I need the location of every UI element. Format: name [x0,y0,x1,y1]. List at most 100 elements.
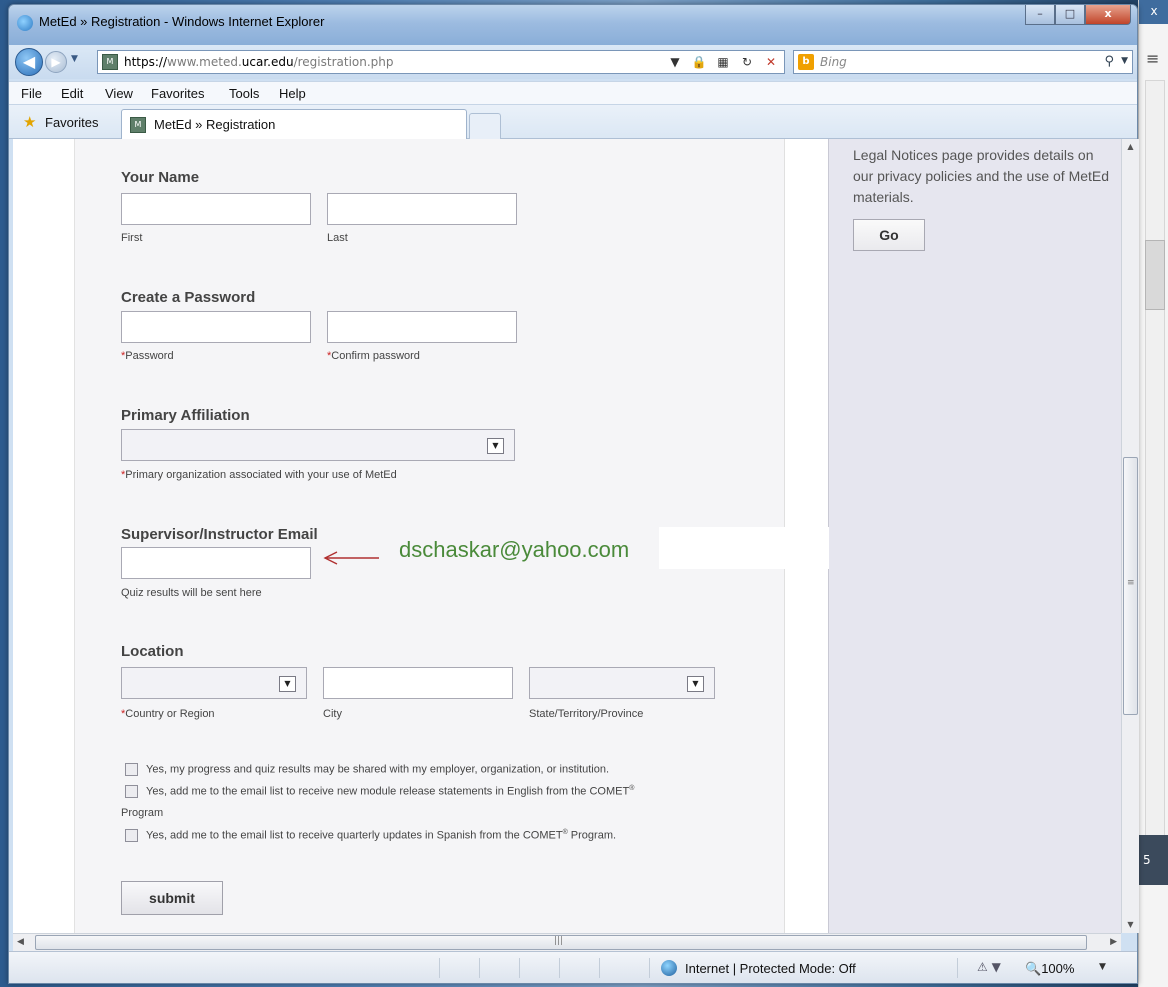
scroll-right-icon[interactable]: ▶ [1110,934,1117,951]
grip-icon: ≡ [1127,578,1135,588]
url-scheme: https:// [124,55,168,69]
menu-help[interactable]: Help [279,86,306,101]
english-list-option: Yes, add me to the email list to receive… [125,785,634,799]
new-tab-button[interactable] [469,113,501,139]
search-placeholder[interactable]: Bing [820,55,847,69]
affiliation-help-text: Primary organization associated with you… [125,469,397,481]
menu-favorites[interactable]: Favorites [151,86,204,101]
close-button[interactable]: x [1085,5,1131,25]
address-dropdown-icon[interactable]: ▼ [666,53,684,71]
chevron-down-icon[interactable]: ▼ [279,676,296,692]
address-url[interactable]: https://www.meted.ucar.edu/registration.… [124,55,394,69]
city-input[interactable] [323,667,513,699]
bing-logo-icon: b [798,54,814,70]
zoom-dropdown-icon[interactable]: ▼ [1099,962,1106,972]
english-list-checkbox[interactable] [125,785,138,799]
last-name-label: Last [327,232,348,244]
annotation-email-text: dschaskar@yahoo.com [399,537,630,562]
back-button[interactable]: ◀ [15,48,43,76]
tab-title: MetEd » Registration [154,117,276,132]
menu-icon[interactable]: ≡ [1146,49,1159,68]
menu-view[interactable]: View [105,86,133,101]
affiliation-section-title: Primary Affiliation [121,407,250,424]
refresh-icon[interactable]: ↻ [738,53,756,71]
forward-button[interactable]: ▶ [45,51,67,73]
window-controls: – □ x [1025,5,1131,27]
horizontal-scrollbar-thumb[interactable]: ||| [35,935,1087,950]
zoom-value: 100% [1041,961,1075,976]
stop-icon[interactable]: ✕ [762,53,780,71]
side-badge: 5 [1139,835,1168,885]
search-box[interactable]: b Bing ⚲ ▼ [793,50,1133,74]
supervisor-email-input[interactable] [121,547,311,579]
supervisor-help: Quiz results will be sent here [121,587,262,599]
tab-registration[interactable]: M MetEd » Registration [121,109,467,139]
share-progress-checkbox[interactable] [125,763,138,776]
annotation-arrow-icon [323,551,379,565]
favorites-bar: ★ Favorites M MetEd » Registration [9,105,1137,139]
country-label: *Country or Region [121,708,215,720]
state-label: State/Territory/Province [529,708,644,720]
status-divider [649,958,650,978]
supervisor-section-title: Supervisor/Instructor Email [121,526,318,543]
confirm-password-label-text: Confirm password [331,350,420,362]
lock-icon[interactable]: 🔒 [690,53,708,71]
legal-notice-text: Legal Notices page provides details on o… [853,147,1110,205]
state-select[interactable]: ▼ [529,667,715,699]
country-label-text: Country or Region [125,708,215,720]
address-tools: ▼ 🔒 ▦ ↻ ✕ [666,53,780,71]
location-section-title: Location [121,643,184,660]
chevron-down-icon[interactable]: ▼ [487,438,504,454]
last-name-input[interactable] [327,193,517,225]
menu-edit[interactable]: Edit [61,86,83,101]
password-label: *Password [121,350,174,362]
sidebar: Legal Notices page provides details on o… [829,139,1121,933]
chevron-down-icon[interactable]: ▼ [687,676,704,692]
zoom-level[interactable]: 🔍100% [1025,961,1074,977]
menu-tools[interactable]: Tools [229,86,259,101]
favorites-label[interactable]: Favorites [45,115,98,130]
tab-favicon-icon: M [130,117,146,133]
side-scrollbar[interactable] [1145,80,1165,840]
minimize-button[interactable]: – [1025,5,1055,25]
spanish-list-checkbox[interactable] [125,829,138,843]
security-zone-text[interactable]: Internet | Protected Mode: Off [685,961,856,976]
affiliation-select[interactable]: ▼ [121,429,515,461]
menu-bar: File Edit View Favorites Tools Help [9,81,1137,105]
vertical-scrollbar-thumb[interactable]: ≡ [1123,457,1138,715]
scroll-down-icon[interactable]: ▼ [1122,917,1139,933]
side-scrollbar-thumb[interactable] [1145,240,1165,310]
menu-file[interactable]: File [21,86,42,101]
compatibility-view-icon[interactable]: ▦ [714,53,732,71]
grip-icon: ||| [554,936,564,946]
spanish-list-label: Yes, add me to the email list to receive… [146,829,563,842]
search-icon[interactable]: ⚲ [1104,54,1114,69]
affiliation-help: *Primary organization associated with yo… [121,469,397,481]
scroll-left-icon[interactable]: ◀ [17,934,24,951]
status-bar: Internet | Protected Mode: Off ⚠ ▼ 🔍100%… [9,951,1137,983]
submit-button[interactable]: submit [121,881,223,915]
go-button[interactable]: Go [853,219,925,251]
horizontal-scrollbar[interactable]: ◀ ||| ▶ [13,933,1121,951]
status-divider [439,958,440,978]
favorites-star-icon[interactable]: ★ [23,113,36,131]
password-input[interactable] [121,311,311,343]
vertical-scrollbar[interactable]: ▲ ≡ ▼ [1121,139,1139,933]
search-options-dropdown-icon[interactable]: ▼ [1121,56,1128,66]
address-bar[interactable]: M https://www.meted.ucar.edu/registratio… [97,50,785,74]
recent-pages-dropdown-icon[interactable]: ▼ [71,54,78,64]
desktop-side-panel: x ≡ 5 [1138,0,1168,987]
confirm-password-input[interactable] [327,311,517,343]
name-section-title: Your Name [121,169,200,186]
side-close-icon[interactable]: x [1139,0,1168,24]
ie-logo-icon [17,15,33,31]
title-bar: MetEd » Registration - Windows Internet … [9,5,1137,45]
maximize-button[interactable]: □ [1055,5,1085,25]
scroll-up-icon[interactable]: ▲ [1122,139,1139,155]
url-prefix: www.meted. [167,55,242,69]
status-divider [479,958,480,978]
privacy-report-icon[interactable]: ⚠ ▼ [977,960,1001,974]
country-select[interactable]: ▼ [121,667,307,699]
first-name-input[interactable] [121,193,311,225]
spanish-list-option: Yes, add me to the email list to receive… [125,829,616,843]
